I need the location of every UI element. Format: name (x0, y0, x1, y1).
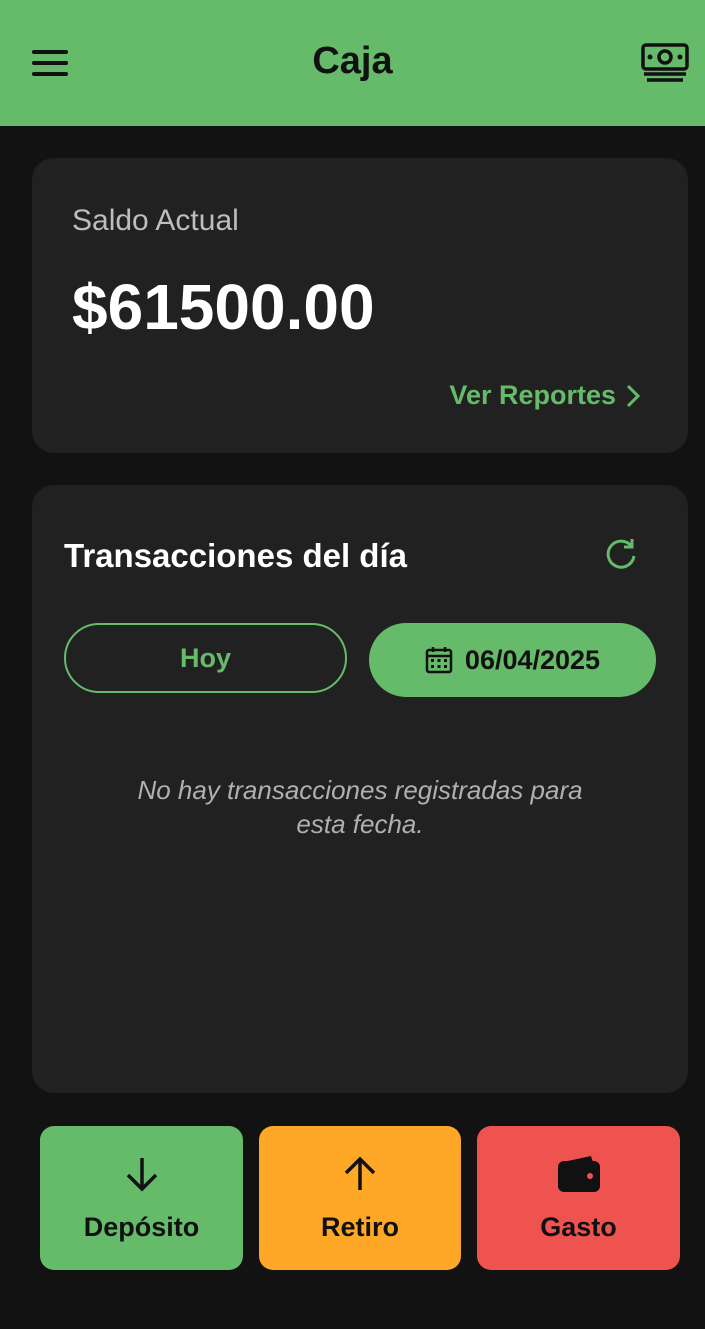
balance-card: Saldo Actual $61500.00 Ver Reportes (32, 158, 688, 453)
deposit-label: Depósito (83, 1212, 200, 1242)
withdraw-button[interactable]: Retiro (259, 1126, 461, 1270)
page-title: Caja (312, 40, 393, 82)
cash-icon[interactable] (640, 42, 690, 84)
view-reports-link[interactable]: Ver Reportes (449, 380, 640, 411)
view-reports-label: Ver Reportes (449, 380, 616, 410)
balance-value: $61500.00 (72, 271, 375, 343)
transactions-card: Transacciones del día Hoy 06/04/2025 No … (32, 485, 688, 1093)
date-picker-button[interactable]: 06/04/2025 (369, 623, 656, 697)
empty-state-message: No hay transacciones registradas para es… (137, 775, 583, 839)
withdraw-label: Retiro (320, 1212, 399, 1242)
calendar-icon (425, 647, 453, 674)
today-button[interactable]: Hoy (64, 623, 347, 693)
arrow-up-icon (344, 1156, 376, 1190)
balance-label: Saldo Actual (72, 204, 239, 237)
deposit-button[interactable]: Depósito (40, 1126, 243, 1270)
selected-date: 06/04/2025 (464, 644, 601, 675)
expense-label: Gasto (540, 1212, 617, 1242)
wallet-icon (557, 1156, 600, 1192)
refresh-icon[interactable] (602, 535, 640, 573)
expense-button[interactable]: Gasto (477, 1126, 680, 1270)
arrow-down-icon (126, 1158, 157, 1192)
transactions-title: Transacciones del día (64, 537, 407, 574)
chevron-right-icon (626, 384, 640, 407)
app-bar: Caja (0, 0, 705, 126)
